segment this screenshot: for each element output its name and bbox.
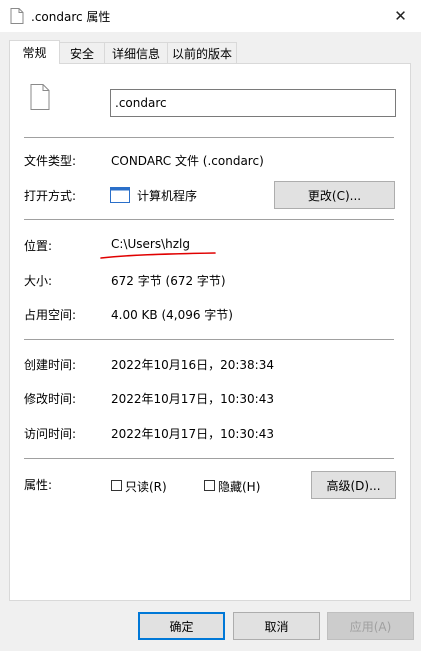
hidden-label[interactable]: 隐藏(H) [218, 478, 260, 495]
change-button[interactable]: 更改(C)... [274, 181, 395, 209]
title-bar: .condarc 属性 ✕ [0, 0, 421, 32]
tab-general[interactable]: 常规 [9, 40, 60, 64]
apply-button[interactable]: 应用(A) [327, 612, 414, 640]
size-on-disk-label: 占用空间: [24, 308, 77, 322]
red-underline-annotation [99, 250, 219, 265]
tab-previous-versions[interactable]: 以前的版本 [167, 42, 237, 63]
ok-button[interactable]: 确定 [138, 612, 225, 640]
divider [24, 339, 394, 340]
tab-details[interactable]: 详细信息 [104, 42, 168, 63]
size-label: 大小: [24, 274, 53, 288]
size-on-disk-value: 4.00 KB (4,096 字节) [111, 308, 233, 322]
window-title: .condarc 属性 [31, 10, 111, 24]
general-panel [9, 63, 411, 601]
file-type-label: 文件类型: [24, 154, 77, 168]
cancel-button[interactable]: 取消 [233, 612, 320, 640]
tab-security[interactable]: 安全 [59, 42, 105, 63]
file-name-input[interactable] [110, 89, 396, 117]
created-value: 2022年10月16日，20:38:34 [111, 358, 274, 372]
divider [24, 458, 394, 459]
tab-label: 安全 [69, 46, 94, 61]
readonly-checkbox[interactable] [111, 480, 122, 491]
close-icon: ✕ [394, 7, 407, 25]
attributes-label: 属性: [24, 478, 53, 492]
modified-value: 2022年10月17日，10:30:43 [111, 392, 274, 406]
tab-label: 常规 [22, 46, 47, 60]
size-value: 672 字节 (672 字节) [111, 274, 226, 288]
tab-label: 以前的版本 [171, 46, 232, 61]
file-large-icon [30, 84, 50, 113]
close-button[interactable]: ✕ [380, 0, 421, 32]
accessed-label: 访问时间: [24, 427, 77, 441]
opens-with-value: 计算机程序 [137, 189, 198, 203]
accessed-value: 2022年10月17日，10:30:43 [111, 427, 274, 441]
readonly-label[interactable]: 只读(R) [125, 478, 167, 495]
created-label: 创建时间: [24, 358, 77, 372]
advanced-button[interactable]: 高级(D)... [311, 471, 396, 499]
divider [24, 137, 394, 138]
file-type-value: CONDARC 文件 (.condarc) [111, 154, 264, 168]
divider [24, 219, 394, 220]
opens-with-label: 打开方式: [24, 189, 77, 203]
program-icon [110, 186, 130, 207]
modified-label: 修改时间: [24, 392, 77, 406]
location-value: C:\Users\hzlg [111, 237, 190, 251]
location-label: 位置: [24, 239, 53, 253]
file-icon [10, 8, 24, 27]
hidden-checkbox[interactable] [204, 480, 215, 491]
tab-label: 详细信息 [111, 46, 160, 61]
